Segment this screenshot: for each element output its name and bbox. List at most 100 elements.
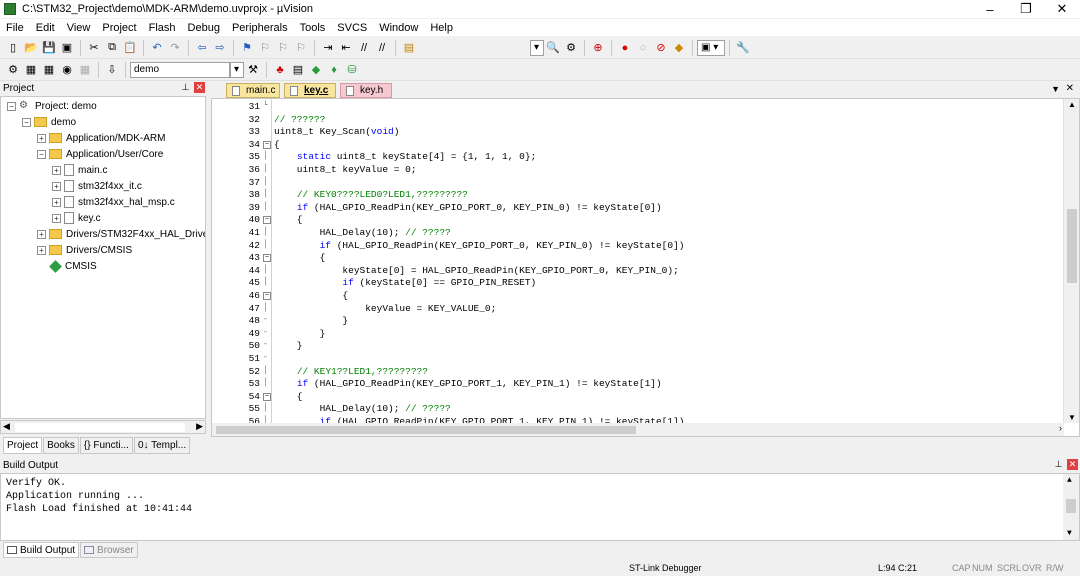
project-hscrollbar[interactable]: ◀ ▶ — [0, 420, 206, 434]
pin-icon[interactable]: ⊥ — [180, 82, 191, 93]
menu-flash[interactable]: Flash — [143, 22, 182, 34]
stop-build-icon[interactable]: ▦ — [77, 62, 93, 78]
close-window-button[interactable]: ✕ — [1044, 0, 1080, 18]
menu-debug[interactable]: Debug — [182, 22, 226, 34]
redo-icon[interactable]: ↷ — [167, 40, 183, 56]
panel-tab-2[interactable]: {} Functi... — [79, 437, 133, 454]
menu-file[interactable]: File — [0, 22, 30, 34]
tree-item[interactable]: + Drivers/STM32F4xx_HAL_Driver — [37, 226, 205, 242]
panel-tab-3[interactable]: 0↓ Templ... — [133, 437, 191, 454]
debug-start-icon[interactable]: ⊕ — [590, 40, 606, 56]
bookmark-next-icon[interactable]: ⚐ — [275, 40, 291, 56]
close-tab-icon[interactable]: ✕ — [1066, 83, 1074, 94]
tree-item[interactable]: + stm32f4xx_it.c — [52, 178, 142, 194]
expand-icon[interactable]: + — [37, 245, 46, 255]
bookmark-icon[interactable]: ⚑ — [239, 40, 255, 56]
fold-toggle-icon[interactable]: − — [263, 140, 271, 149]
expand-icon[interactable]: + — [37, 133, 46, 143]
find-combo-dropdown[interactable]: ▾ — [530, 39, 544, 56]
copy-icon[interactable]: ⧉ — [104, 40, 120, 56]
cut-icon[interactable]: ✂ — [86, 40, 102, 56]
expand-icon[interactable]: + — [52, 197, 61, 207]
panel-tab-0[interactable]: Project — [3, 437, 43, 454]
download-icon[interactable]: ⇩ — [104, 62, 120, 78]
rebuild-icon[interactable]: ▦ — [41, 62, 57, 78]
fold-toggle-icon[interactable]: − — [263, 292, 271, 300]
fold-toggle-icon[interactable]: − — [263, 392, 271, 401]
code-editor[interactable]: 31 └ 32// ?????? 33 uint8_t Key_Scan(void) 34… — [211, 98, 1080, 437]
manage-runtime-icon[interactable]: ◆ — [308, 62, 324, 78]
menu-svcs[interactable]: SVCS — [331, 22, 373, 34]
unindent-icon[interactable]: ⇤ — [338, 40, 354, 56]
menu-tools[interactable]: Tools — [294, 22, 332, 34]
editor-vscrollbar[interactable]: ▲ ▼ — [1063, 99, 1079, 423]
paste-icon[interactable]: 📋 — [122, 40, 138, 56]
comment-icon[interactable]: // — [356, 40, 372, 56]
tree-item[interactable]: + Drivers/CMSIS — [37, 242, 132, 258]
bookmark-clear-icon[interactable]: ⚐ — [293, 40, 309, 56]
breakpoint-disable-icon[interactable]: ○ — [635, 40, 651, 56]
open-file-icon[interactable]: 📂 — [23, 40, 39, 56]
tree-item[interactable]: − demo — [22, 114, 76, 130]
event-recorder-icon[interactable]: ⛁ — [344, 62, 360, 78]
expand-icon[interactable]: + — [52, 213, 61, 223]
batch-build-icon[interactable]: ◉ — [59, 62, 75, 78]
tab-key-h[interactable]: key.h — [340, 83, 392, 98]
collapse-icon[interactable]: − — [37, 149, 46, 159]
expand-icon[interactable]: + — [37, 229, 46, 239]
menu-edit[interactable]: Edit — [30, 22, 61, 34]
breakpoint-kill-icon[interactable]: ◆ — [671, 40, 687, 56]
menu-project[interactable]: Project — [96, 22, 142, 34]
minimize-button[interactable]: – — [972, 0, 1008, 18]
find-in-files-icon[interactable]: ▤ — [401, 40, 417, 56]
panel-tab-1[interactable]: Books — [43, 437, 79, 454]
tab-browser[interactable]: Browser — [80, 542, 138, 558]
nav-forward-icon[interactable]: ⇨ — [212, 40, 228, 56]
collapse-icon[interactable]: − — [7, 101, 16, 111]
breakpoint-insert-icon[interactable]: ● — [617, 40, 633, 56]
fold-toggle-icon[interactable]: − — [263, 216, 271, 225]
expand-icon[interactable]: + — [52, 181, 61, 191]
build-output-vscrollbar[interactable]: ▲ ▼ — [1063, 474, 1079, 540]
configure-icon[interactable]: 🔧 — [735, 40, 751, 56]
pack-installer-icon[interactable]: ♦ — [326, 62, 342, 78]
new-file-icon[interactable]: ▯ — [5, 40, 21, 56]
indent-icon[interactable]: ⇥ — [320, 40, 336, 56]
uncomment-icon[interactable]: // — [374, 40, 390, 56]
target-select[interactable]: demo — [130, 61, 230, 78]
tree-item[interactable]: − Application/User/Core — [37, 146, 163, 162]
build-output-console[interactable]: Verify OK. Application running ... Flash… — [0, 473, 1080, 541]
tab-list-icon[interactable]: ▼ — [1051, 84, 1060, 94]
editor-hscrollbar[interactable]: › — [212, 423, 1064, 436]
tab-key-c[interactable]: key.c — [284, 83, 336, 98]
tree-item[interactable]: + stm32f4xx_hal_msp.c — [52, 194, 175, 210]
build-output-close-icon[interactable]: ✕ — [1067, 459, 1078, 470]
fold-toggle-icon[interactable]: − — [263, 254, 271, 263]
menu-peripherals[interactable]: Peripherals — [226, 22, 294, 34]
tree-item[interactable]: − ⚙ Project: demo — [7, 98, 97, 114]
nav-back-icon[interactable]: ⇦ — [194, 40, 210, 56]
undo-icon[interactable]: ↶ — [149, 40, 165, 56]
expand-icon[interactable]: + — [52, 165, 61, 175]
menu-help[interactable]: Help — [424, 22, 459, 34]
target-select-dropdown[interactable]: ▾ — [230, 61, 244, 78]
tab-build-output[interactable]: Build Output — [3, 542, 80, 558]
incremental-find-icon[interactable]: ⚙ — [563, 40, 579, 56]
menu-window[interactable]: Window — [373, 22, 424, 34]
save-icon[interactable]: 💾 — [41, 40, 57, 56]
select-packs-icon[interactable]: ▤ — [290, 62, 306, 78]
menu-view[interactable]: View — [61, 22, 97, 34]
tree-item[interactable]: + Application/MDK-ARM — [37, 130, 165, 146]
target-options-icon[interactable]: ⚒ — [245, 62, 261, 78]
tree-item[interactable]: CMSIS — [37, 258, 97, 274]
close-panel-icon[interactable]: ✕ — [194, 82, 205, 93]
window-layout-dropdown[interactable]: ▣ ▾ — [697, 39, 725, 56]
build-output-pin-icon[interactable]: ⊥ — [1053, 459, 1064, 470]
save-all-icon[interactable]: ▣ — [59, 40, 75, 56]
manage-project-icon[interactable]: ♣ — [272, 62, 288, 78]
maximize-button[interactable]: ❐ — [1008, 0, 1044, 18]
collapse-icon[interactable]: − — [22, 117, 31, 127]
breakpoint-clear-icon[interactable]: ⊘ — [653, 40, 669, 56]
bookmark-prev-icon[interactable]: ⚐ — [257, 40, 273, 56]
tab-main-c[interactable]: main.c — [226, 83, 280, 98]
